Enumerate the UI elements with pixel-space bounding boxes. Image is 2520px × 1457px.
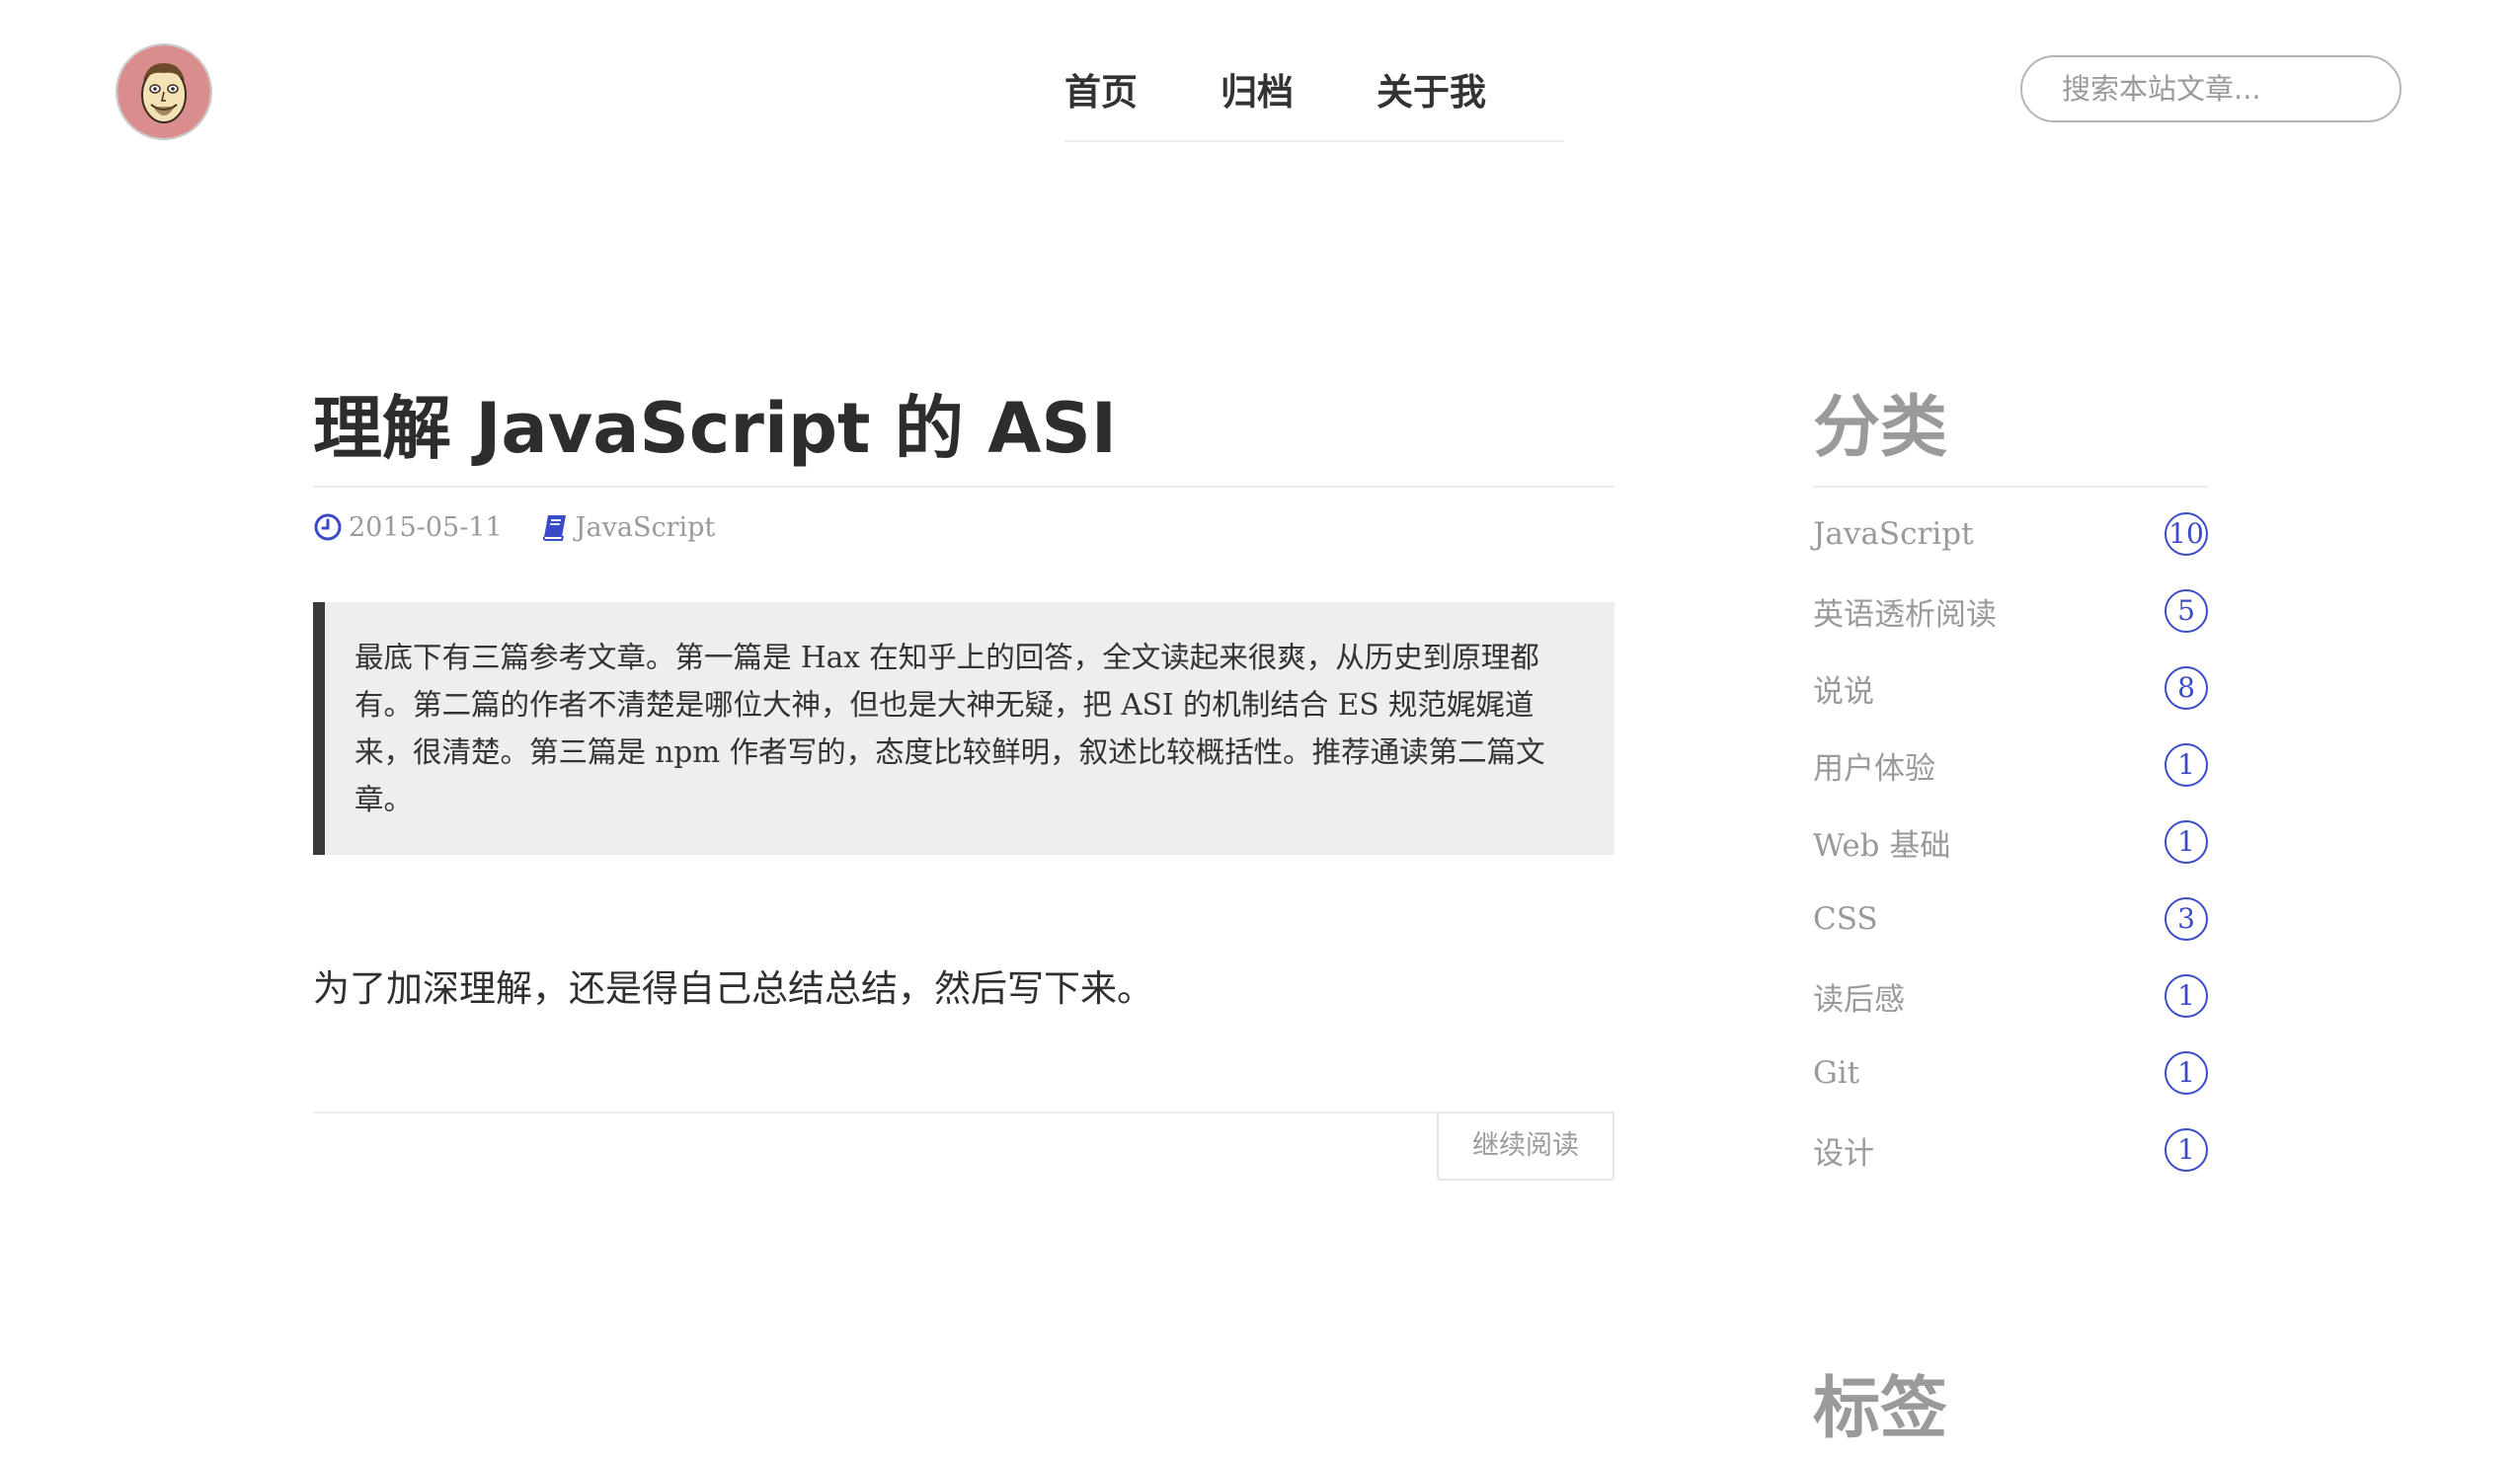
category-count-badge: 1 [2165,820,2208,864]
category-name: 说说 [1813,673,1874,710]
category-item[interactable]: 说说 8 [1813,650,2208,727]
category-count-badge: 1 [2165,1128,2208,1172]
post-date-text: 2015-05-11 [349,511,503,543]
categories-heading: 分类 [1813,375,2208,488]
category-name: JavaScript [1813,516,1974,552]
post-quote: 最底下有三篇参考文章。第一篇是 Hax 在知乎上的回答，全文读起来很爽，从历史到… [313,602,1614,855]
category-item[interactable]: Git 1 [1813,1035,2208,1112]
category-count-badge: 10 [2165,512,2208,556]
sidebar: 分类 JavaScript 10 英语透析阅读 5 说说 8 用户体验 1 We… [1813,375,2208,1189]
category-item[interactable]: 设计 1 [1813,1112,2208,1189]
category-item[interactable]: 英语透析阅读 5 [1813,573,2208,650]
category-count-badge: 1 [2165,743,2208,787]
post: 理解 JavaScript 的 ASI 2015-05-11 JavaScrip… [313,375,1614,1183]
search-input[interactable] [2020,55,2402,122]
post-footer: 继续阅读 [313,1112,1614,1183]
category-count-badge: 3 [2165,897,2208,941]
book-icon [542,515,566,541]
category-item[interactable]: 用户体验 1 [1813,727,2208,804]
category-name: 英语透析阅读 [1813,596,1997,633]
nav-home[interactable]: 首页 [1064,69,1138,116]
nav-archive[interactable]: 归档 [1221,69,1294,116]
category-count-badge: 8 [2165,666,2208,710]
category-item[interactable]: 读后感 1 [1813,958,2208,1035]
post-body: 为了加深理解，还是得自己总结总结，然后写下来。 [313,967,1153,1010]
read-more-button[interactable]: 继续阅读 [1437,1112,1614,1181]
tags-heading: 标签 [1813,1370,1948,1448]
category-name: CSS [1813,901,1878,937]
category-name: 读后感 [1813,981,1905,1018]
category-count-badge: 5 [2165,589,2208,633]
category-name: 设计 [1813,1135,1874,1172]
category-item[interactable]: Web 基础 1 [1813,804,2208,881]
clock-icon [314,513,342,541]
category-name: Web 基础 [1813,827,1951,864]
category-name: Git [1813,1055,1860,1091]
nav-about[interactable]: 关于我 [1377,69,1486,116]
post-date: 2015-05-11 [313,512,503,543]
category-name: 用户体验 [1813,750,1935,787]
post-category-text: JavaScript [575,511,716,543]
post-category-link[interactable]: JavaScript [540,511,716,543]
post-title[interactable]: 理解 JavaScript 的 ASI [313,375,1614,488]
category-item[interactable]: JavaScript 10 [1813,496,2208,573]
avatar[interactable] [116,43,212,140]
category-list: JavaScript 10 英语透析阅读 5 说说 8 用户体验 1 Web 基… [1813,496,2208,1189]
category-count-badge: 1 [2165,974,2208,1018]
main-nav: 首页 归档 关于我 [1064,61,1564,142]
category-item[interactable]: CSS 3 [1813,881,2208,958]
category-count-badge: 1 [2165,1051,2208,1095]
cartoon-face-avatar-icon [118,45,210,138]
post-meta: 2015-05-11 JavaScript [313,498,1614,557]
